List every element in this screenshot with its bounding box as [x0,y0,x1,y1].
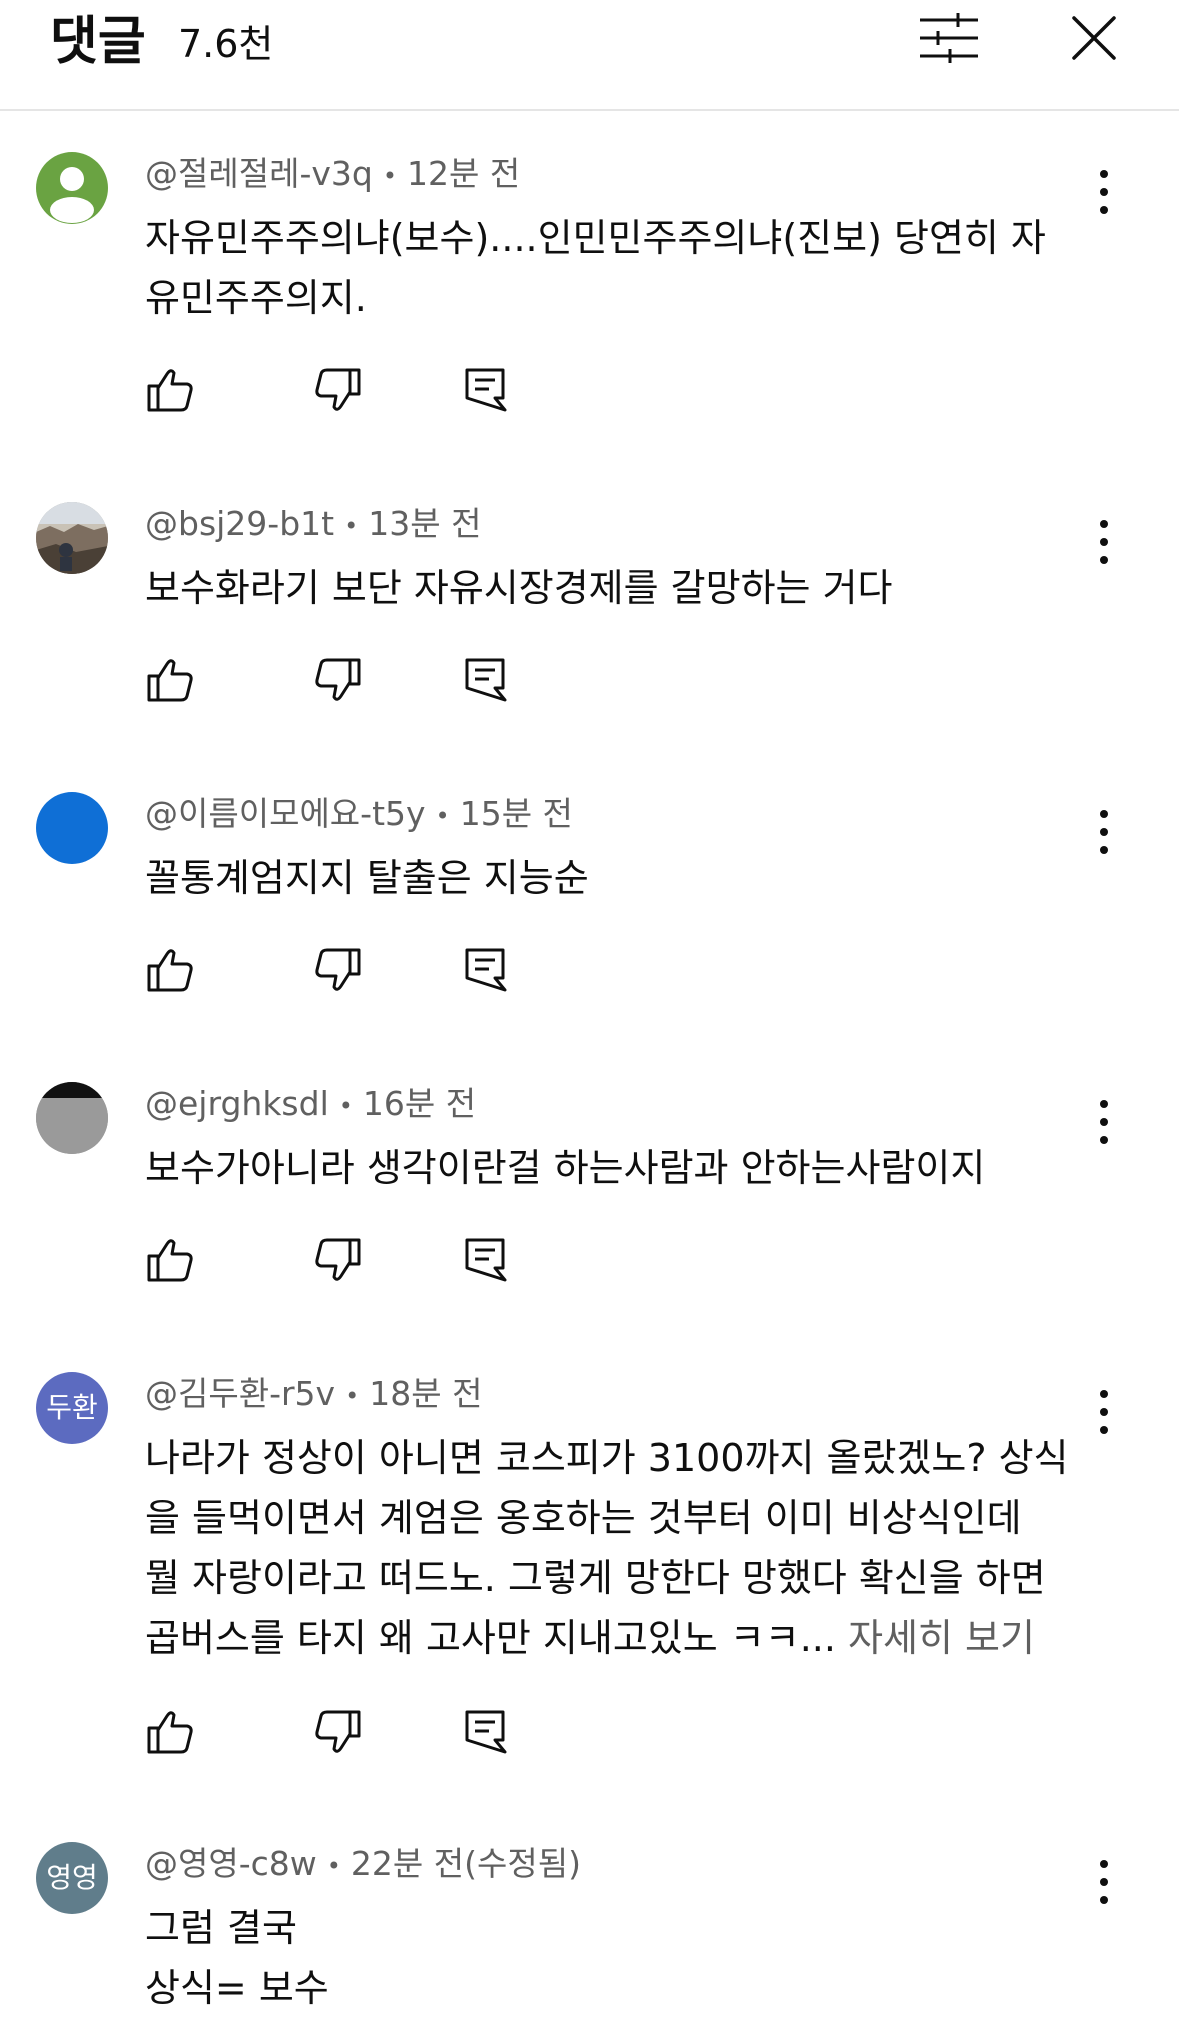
comment-text: 꼴통계엄지지 탈출은 지능순 [145,848,1105,908]
reply-icon[interactable] [461,944,513,996]
comment-line: 뭘 자랑이라고 떠드노. 그렇게 망한다 망했다 확신을 하면 [145,1556,1046,1600]
comment-author[interactable]: @이름이모에요-t5y [145,794,426,833]
reply-icon[interactable] [461,364,513,416]
gray-photo-avatar[interactable] [36,1082,108,1154]
comment-text: 보수가아니라 생각이란걸 하는사람과 안하는사람이지 [145,1138,1105,1198]
separator-dot: • [345,1381,360,1410]
more-options-icon[interactable] [1086,806,1122,858]
thumbs-up-icon[interactable] [145,944,197,996]
more-options-icon[interactable] [1086,1386,1122,1438]
comment-meta: @영영-c8w • 22분 전(수정됨) [145,1842,581,1888]
separator-dot: • [344,511,359,540]
reply-icon[interactable] [461,1234,513,1286]
comment-line: 자유민주주의냐(보수)....인민민주주의냐(진보) 당연히 자 [145,216,1046,260]
comments-title: 댓글 [50,12,146,72]
thumbs-up-icon[interactable] [145,1234,197,1286]
separator-dot: • [326,1851,341,1880]
comment-time: 13분 전 [368,504,482,543]
filter-sliders-icon[interactable] [918,12,980,64]
comment-time: 12분 전 [406,154,521,193]
comment-meta: @이름이모에요-t5y • 15분 전 [145,792,573,838]
comment-time: 16분 전 [362,1084,477,1123]
comment-line: 상식= 보수 [145,1966,329,2010]
comment-line-last: 곱버스를 타지 왜 고사만 지내고있노 ㅋㅋ... 자세히 보기 [145,1608,1105,1668]
separator-dot: • [338,1091,353,1120]
default-person-icon[interactable] [36,152,108,224]
separator-dot: • [382,161,397,190]
comment-text: 자유민주주의냐(보수)....인민민주주의냐(진보) 당연히 자 유민주주의지. [145,208,1105,328]
more-options-icon[interactable] [1086,166,1122,218]
comment-time: 18분 전 [369,1374,483,1413]
comments-header: 댓글 7.6천 [0,0,1179,111]
comment-text: 나라가 정상이 아니면 코스피가 3100까지 올랐겠노? 상식 을 들먹이면서… [145,1428,1105,1668]
read-more-link[interactable]: 자세히 보기 [848,1616,1035,1660]
comment-line: 곱버스를 타지 왜 고사만 지내고있노 ㅋㅋ... [145,1616,836,1660]
comment-line: 나라가 정상이 아니면 코스피가 3100까지 올랐겠노? 상식 [145,1436,1069,1480]
more-options-icon[interactable] [1086,516,1122,568]
comment-text: 보수화라기 보단 자유시장경제를 갈망하는 거다 [145,558,1105,618]
photo-avatar[interactable] [36,502,108,574]
comment-author[interactable]: @영영-c8w [145,1844,317,1883]
reply-icon[interactable] [461,1706,513,1758]
comment-meta: @김두환-r5v • 18분 전 [145,1372,482,1418]
comment-line: 그럼 결국 [145,1906,297,1950]
comment-meta: @절레절레-v3q • 12분 전 [145,152,520,198]
comments-count: 7.6천 [178,22,274,66]
comment-author[interactable]: @bsj29-b1t [145,504,334,543]
initials-avatar[interactable]: 두환 [36,1372,108,1444]
comment-text: 그럼 결국 상식= 보수 [145,1898,1105,2018]
close-icon[interactable] [1068,12,1120,64]
comment-author[interactable]: @ejrghksdl [145,1084,329,1123]
comment-line: 유민주주의지. [145,276,367,320]
comment-line: 꼴통계엄지지 탈출은 지능순 [145,856,589,900]
thumbs-up-icon[interactable] [145,1706,197,1758]
comment-meta: @ejrghksdl • 16분 전 [145,1082,476,1128]
more-options-icon[interactable] [1086,1096,1122,1148]
comment-line: 보수가아니라 생각이란걸 하는사람과 안하는사람이지 [145,1146,986,1190]
reply-icon[interactable] [461,654,513,706]
comment-line: 보수화라기 보단 자유시장경제를 갈망하는 거다 [145,566,893,610]
thumbs-up-icon[interactable] [145,654,197,706]
thumbs-down-icon[interactable] [311,654,363,706]
comment-time: 22분 전(수정됨) [350,1844,581,1883]
separator-dot: • [435,801,450,830]
more-options-icon[interactable] [1086,1856,1122,1908]
comment-author[interactable]: @절레절레-v3q [145,154,373,193]
comment-author[interactable]: @김두환-r5v [145,1374,335,1413]
comment-meta: @bsj29-b1t • 13분 전 [145,502,481,548]
thumbs-down-icon[interactable] [311,944,363,996]
comment-line: 을 들먹이면서 계엄은 옹호하는 것부터 이미 비상식인데 [145,1496,1022,1540]
blue-circle-avatar[interactable] [36,792,108,864]
initials-avatar[interactable]: 영영 [36,1842,108,1914]
thumbs-down-icon[interactable] [311,364,363,416]
comment-time: 15분 전 [459,794,573,833]
thumbs-down-icon[interactable] [311,1706,363,1758]
thumbs-up-icon[interactable] [145,364,197,416]
thumbs-down-icon[interactable] [311,1234,363,1286]
